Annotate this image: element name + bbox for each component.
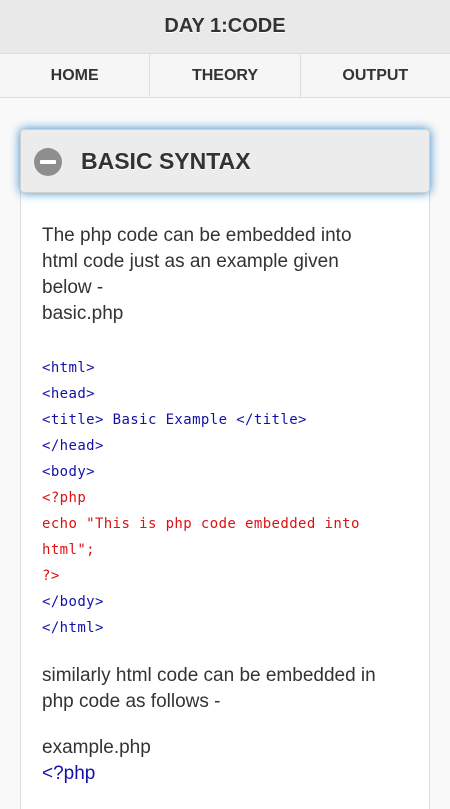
code-line: </head>: [42, 438, 104, 454]
intro-line: The php code can be embedded into: [42, 225, 352, 246]
code-line: <html>: [42, 360, 95, 376]
example-code-start: <?php: [42, 763, 96, 784]
intro-line: below -: [42, 277, 104, 298]
similar-paragraph: similarly html code can be embedded in p…: [42, 663, 409, 715]
code-line: <?php: [42, 490, 87, 506]
collapsible-content: The php code can be embedded into html c…: [20, 189, 430, 809]
basic-syntax-collapsible: BASIC SYNTAX The php code can be embedde…: [20, 129, 430, 809]
similar-line: similarly html code can be embedded in: [42, 665, 376, 686]
collapsible-heading[interactable]: BASIC SYNTAX: [20, 129, 430, 193]
intro-line: html code just as an example given: [42, 251, 339, 272]
tab-home[interactable]: HOME: [0, 54, 151, 97]
code-line: <title> Basic Example </title>: [42, 412, 307, 428]
tab-output[interactable]: OUTPUT: [301, 54, 450, 97]
app-header: DAY 1:CODE: [0, 0, 450, 54]
code-line: <head>: [42, 386, 95, 402]
section-heading: BASIC SYNTAX: [81, 148, 251, 174]
intro-paragraph: The php code can be embedded into html c…: [42, 223, 409, 327]
code-line: </html>: [42, 620, 104, 636]
filename-basic: basic.php: [42, 303, 124, 324]
code-line: html";: [42, 542, 95, 558]
tab-theory[interactable]: THEORY: [150, 54, 301, 97]
code-line: ?>: [42, 568, 60, 584]
navbar: HOME THEORY OUTPUT: [0, 54, 450, 98]
code-block: <html> <head> <title> Basic Example </ti…: [42, 355, 409, 641]
filename-example: example.php: [42, 737, 151, 758]
code-line: <body>: [42, 464, 95, 480]
page-title: DAY 1:CODE: [164, 15, 286, 37]
code-line: </body>: [42, 594, 104, 610]
similar-line: php code as follows -: [42, 691, 221, 712]
collapse-minus-icon: [34, 148, 62, 176]
code-line: echo "This is php code embedded into: [42, 516, 360, 532]
